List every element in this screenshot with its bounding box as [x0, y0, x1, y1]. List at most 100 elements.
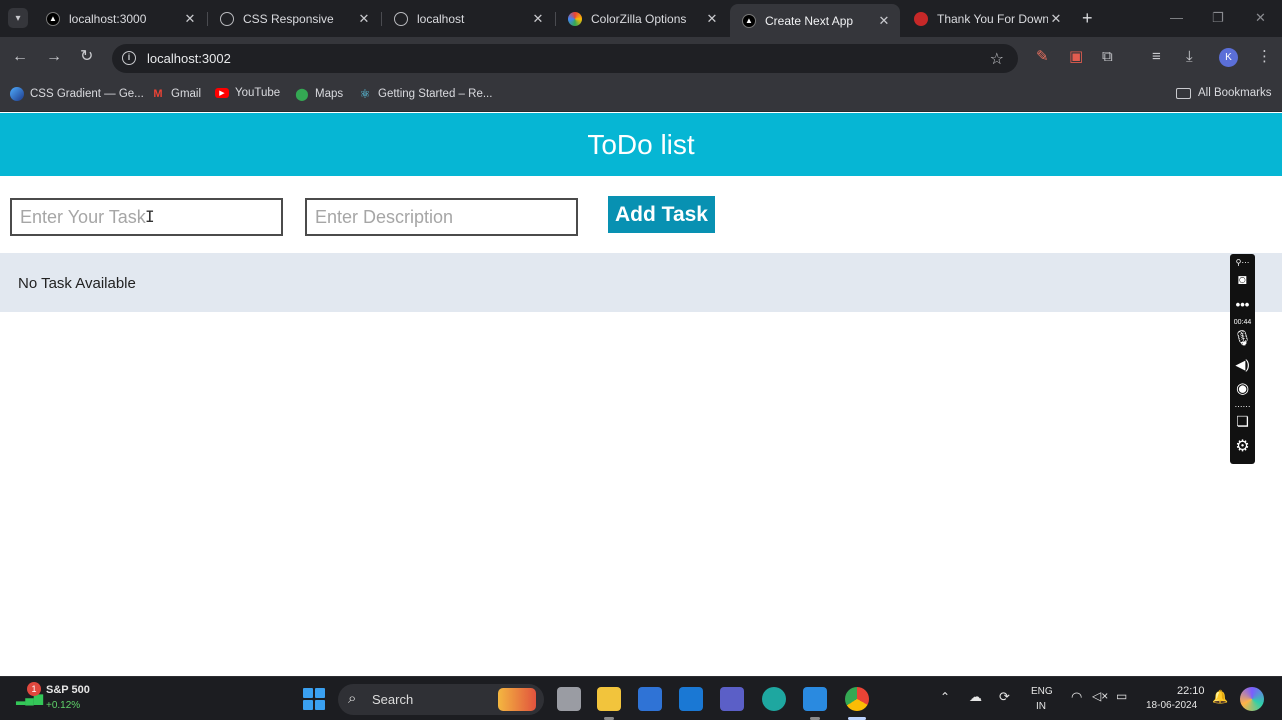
- red-dot-icon: [914, 11, 928, 26]
- speaker-icon[interactable]: ◀): [1230, 358, 1255, 372]
- extensions-puzzle-icon[interactable]: ⧉: [1102, 49, 1113, 65]
- sync-icon[interactable]: ⟳: [999, 689, 1010, 705]
- task-view-icon[interactable]: [557, 687, 581, 711]
- tab-title: Create Next App: [765, 13, 854, 28]
- tab-title: CSS Responsive: [243, 11, 334, 26]
- edge-icon[interactable]: [762, 687, 786, 711]
- page-header: ToDo list: [0, 113, 1282, 176]
- bookmark-maps[interactable]: ⬤ Maps: [295, 87, 343, 101]
- close-tab-icon[interactable]: ✕: [876, 13, 892, 29]
- bookmark-gmail[interactable]: M Gmail: [151, 87, 201, 101]
- battery-icon[interactable]: ▭: [1116, 689, 1127, 703]
- tab-title: localhost: [417, 11, 465, 26]
- clock-time[interactable]: 22:10: [1177, 685, 1205, 697]
- onedrive-cloud-icon[interactable]: ☁: [969, 689, 982, 705]
- bookmark-css-gradient[interactable]: CSS Gradient — Ge...: [10, 87, 144, 101]
- css-gradient-icon: [10, 87, 24, 101]
- clock-date[interactable]: 18-06-2024: [1146, 700, 1197, 711]
- folder-icon: [1176, 87, 1191, 99]
- tab-title: Thank You For Down: [937, 11, 1048, 26]
- close-tab-icon[interactable]: ✕: [182, 11, 198, 27]
- extension-red-icon[interactable]: ▣: [1069, 49, 1083, 65]
- language-bottom[interactable]: IN: [1036, 701, 1046, 712]
- nextjs-icon: ▲: [742, 13, 756, 28]
- notification-badge: 1: [27, 682, 41, 696]
- download-icon[interactable]: ⤓: [1186, 49, 1193, 65]
- vscode-icon[interactable]: [803, 687, 827, 711]
- tab-title: ColorZilla Options: [591, 11, 687, 26]
- close-tab-icon[interactable]: ✕: [704, 11, 720, 27]
- close-tab-icon[interactable]: ✕: [530, 11, 546, 27]
- notification-bell-icon[interactable]: 🔔: [1212, 689, 1228, 705]
- restore-icon[interactable]: ❐: [1212, 10, 1224, 26]
- webcam-icon[interactable]: ◉: [1230, 381, 1255, 396]
- back-arrow-icon[interactable]: ←: [12, 49, 28, 65]
- profile-avatar[interactable]: K: [1219, 48, 1238, 67]
- description-input[interactable]: [305, 198, 578, 236]
- task-list: No Task Available: [0, 253, 1282, 312]
- camera-icon[interactable]: ◙: [1230, 272, 1255, 286]
- screen-recorder-panel: ⚲⋯ ◙ ••• 00:44 🎙 ◀) ◉ ⋯⋯ ❏ ⚙: [1230, 254, 1255, 464]
- empty-message: No Task Available: [18, 275, 136, 292]
- bookmark-label: Getting Started – Re...: [378, 88, 493, 100]
- close-tab-icon[interactable]: ✕: [1048, 11, 1064, 27]
- bookmark-label: CSS Gradient — Ge...: [30, 88, 144, 100]
- reload-icon[interactable]: ↻: [80, 49, 93, 65]
- globe-icon: [220, 11, 234, 26]
- globe-icon: [394, 11, 408, 26]
- close-tab-icon[interactable]: ✕: [356, 11, 372, 27]
- maps-pin-icon: ⬤: [295, 87, 309, 101]
- nextjs-icon: ▲: [46, 11, 60, 26]
- all-bookmarks-label: All Bookmarks: [1198, 87, 1272, 99]
- tab-localhost[interactable]: localhost ✕: [382, 4, 554, 33]
- separator-dots: ⋯⋯: [1234, 402, 1251, 411]
- search-icon: ⌕: [348, 690, 357, 707]
- colorzilla-icon: [568, 11, 582, 26]
- address-url[interactable]: localhost:3002: [147, 51, 231, 66]
- kebab-menu-icon[interactable]: ⋮: [1257, 49, 1272, 65]
- file-explorer-icon[interactable]: [597, 687, 621, 711]
- tab-css-responsive[interactable]: CSS Responsive ✕: [208, 4, 380, 33]
- mute-speaker-icon[interactable]: ◁×: [1092, 689, 1108, 703]
- tab-localhost-3000[interactable]: ▲ localhost:3000 ✕: [34, 4, 206, 33]
- bookmark-label: Gmail: [171, 88, 202, 100]
- bookmark-youtube[interactable]: ▶ YouTube: [215, 87, 280, 99]
- screen-window-icon[interactable]: ❏: [1230, 414, 1255, 428]
- more-dots-icon[interactable]: •••: [1230, 298, 1255, 312]
- chevron-up-icon[interactable]: ⌃: [940, 690, 950, 704]
- microsoft-store-icon[interactable]: [638, 687, 662, 711]
- tab-create-next-app[interactable]: ▲ Create Next App ✕: [730, 4, 900, 37]
- tab-strip: ▾ ▲ localhost:3000 ✕ CSS Responsive ✕ lo…: [0, 0, 1282, 37]
- new-tab-plus-icon[interactable]: +: [1082, 9, 1093, 27]
- forward-arrow-icon[interactable]: →: [46, 49, 62, 65]
- address-bar[interactable]: i localhost:3002 ☆: [112, 44, 1018, 73]
- tab-thank-you[interactable]: Thank You For Down ✕: [902, 4, 1072, 33]
- windows-start-icon[interactable]: [303, 688, 325, 710]
- site-info-icon[interactable]: i: [122, 51, 136, 65]
- colorzilla-dropper-icon[interactable]: ✎: [1036, 49, 1049, 65]
- settings-gear-icon[interactable]: ⚙: [1230, 439, 1255, 455]
- bookmark-star-icon[interactable]: ☆: [990, 49, 1004, 69]
- recorder-grip-icon[interactable]: ⚲⋯: [1230, 256, 1255, 270]
- screen: ▾ ▲ localhost:3000 ✕ CSS Responsive ✕ lo…: [0, 0, 1282, 720]
- media-queue-icon[interactable]: ≡: [1152, 49, 1161, 65]
- minimize-icon[interactable]: —: [1170, 10, 1183, 25]
- microphone-icon[interactable]: 🎙: [1230, 331, 1255, 346]
- stock-name[interactable]: S&P 500: [46, 684, 90, 696]
- tab-colorzilla-options[interactable]: ColorZilla Options ✕: [556, 4, 728, 33]
- all-bookmarks[interactable]: All Bookmarks: [1176, 87, 1272, 99]
- mail-icon[interactable]: [679, 687, 703, 711]
- teams-icon[interactable]: [720, 687, 744, 711]
- taskbar-search[interactable]: ⌕ Search: [338, 684, 544, 715]
- bookmark-label: YouTube: [235, 87, 281, 99]
- chrome-icon[interactable]: [845, 687, 869, 711]
- add-task-button[interactable]: Add Task: [608, 196, 715, 233]
- window-close-icon[interactable]: ✕: [1255, 10, 1266, 26]
- bookmark-react[interactable]: ⚛ Getting Started – Re...: [358, 87, 493, 101]
- wifi-icon[interactable]: ◠: [1071, 689, 1082, 705]
- bookmarks-bar: CSS Gradient — Ge... M Gmail ▶ YouTube ⬤…: [0, 79, 1282, 112]
- search-label: Search: [372, 692, 414, 707]
- tab-search-chevron-icon[interactable]: ▾: [8, 8, 28, 28]
- language-top[interactable]: ENG: [1031, 686, 1053, 697]
- copilot-icon[interactable]: [1240, 687, 1264, 711]
